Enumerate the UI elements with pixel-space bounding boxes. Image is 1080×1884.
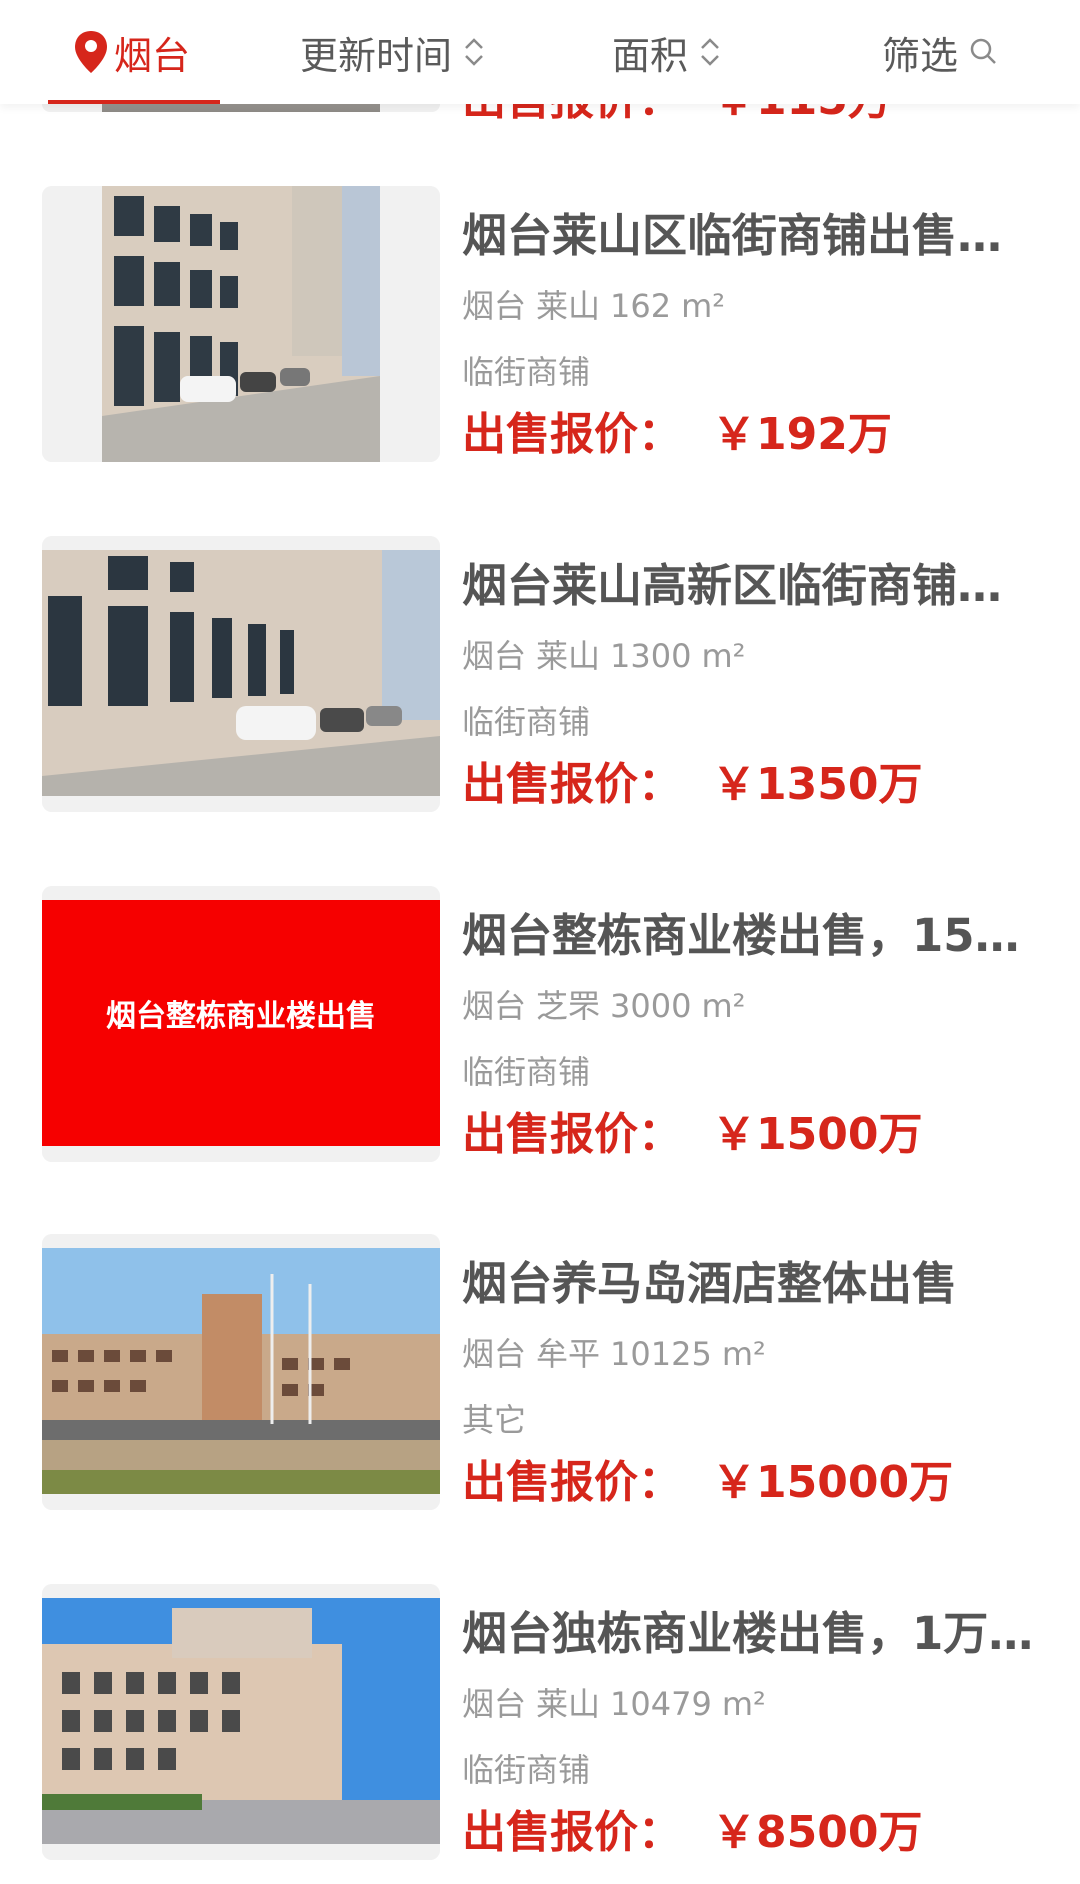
listing-card[interactable]: 烟台养马岛酒店整体出售 烟台 牟平 10125 m² 其它 出售报价： ￥15000万 [0,1234,1080,1534]
listing-title[interactable]: 烟台独栋商业楼出售，1万… [462,1606,1042,1662]
listing-meta: 烟台 莱山 10479 m² [462,1685,766,1723]
listing-card[interactable]: 烟台整栋商业楼出售 烟台整栋商业楼出售，150… 烟台 芝罘 3000 m² 临街商铺… [0,886,1080,1186]
sort-update-time-tab[interactable]: 更新时间 [300,0,486,104]
listing-price: 出售报价： ￥192万 [462,409,892,460]
city-tab[interactable]: 烟台 [72,0,190,104]
listing-thumbnail[interactable] [42,536,440,812]
location-pin-icon [75,31,107,73]
filter-tab[interactable]: 筛选 [882,0,1000,104]
listing-property-type: 临街商铺 [462,1751,591,1789]
listing-meta: 烟台 莱山 1300 m² [462,637,746,675]
listing-property-type: 临街商铺 [462,353,591,391]
sort-area-tab[interactable]: 面积 [612,0,722,104]
sort-arrows-icon [701,38,719,66]
listing-card[interactable]: 烟台独栋商业楼出售，1万… 烟台 莱山 10479 m² 临街商铺 出售报价： ￥850… [0,1584,1080,1884]
listing-meta: 烟台 牟平 10125 m² [462,1335,766,1373]
sort-area-label: 面积 [612,33,689,78]
listing-title[interactable]: 烟台莱山高新区临街商铺… [462,558,1042,614]
listing-property-type: 其它 [462,1401,527,1439]
listing-property-type: 临街商铺 [462,703,591,741]
listing-thumbnail[interactable] [42,186,440,462]
listing-meta: 烟台 莱山 162 m² [462,287,726,325]
active-tab-indicator [48,100,220,104]
listing-title[interactable]: 烟台整栋商业楼出售，150… [462,908,1042,964]
listing-price: 出售报价： ￥1500万 [462,1109,923,1160]
thumbnail-promo-text: 烟台整栋商业楼出售 [106,999,376,1034]
listing-property-type: 临街商铺 [462,1053,591,1091]
listing-card[interactable]: 烟台莱山高新区临街商铺… 烟台 莱山 1300 m² 临街商铺 出售报价： ￥1350万 [0,536,1080,836]
city-label: 烟台 [114,33,191,78]
listing-price: 出售报价： ￥1350万 [462,759,923,810]
sort-update-time-label: 更新时间 [300,33,453,78]
listing-card[interactable]: 烟台莱山区临街商铺出售… 烟台 莱山 162 m² 临街商铺 出售报价： ￥192万 [0,186,1080,486]
listing-meta: 烟台 芝罘 3000 m² [462,987,746,1025]
sort-arrows-icon [465,38,483,66]
listing-title[interactable]: 烟台养马岛酒店整体出售 [462,1256,1042,1312]
search-icon [970,38,996,64]
filter-bar: 烟台 更新时间 面积 筛选 [0,0,1080,104]
listing-thumbnail[interactable]: 烟台整栋商业楼出售 [42,886,440,1162]
listing-thumbnail[interactable] [42,1234,440,1510]
filter-label: 筛选 [882,33,959,78]
listing-title[interactable]: 烟台莱山区临街商铺出售… [462,208,1042,264]
listing-price: 出售报价： ￥15000万 [462,1457,954,1508]
listing-thumbnail[interactable] [42,1584,440,1860]
listing-price: 出售报价： ￥8500万 [462,1807,923,1858]
